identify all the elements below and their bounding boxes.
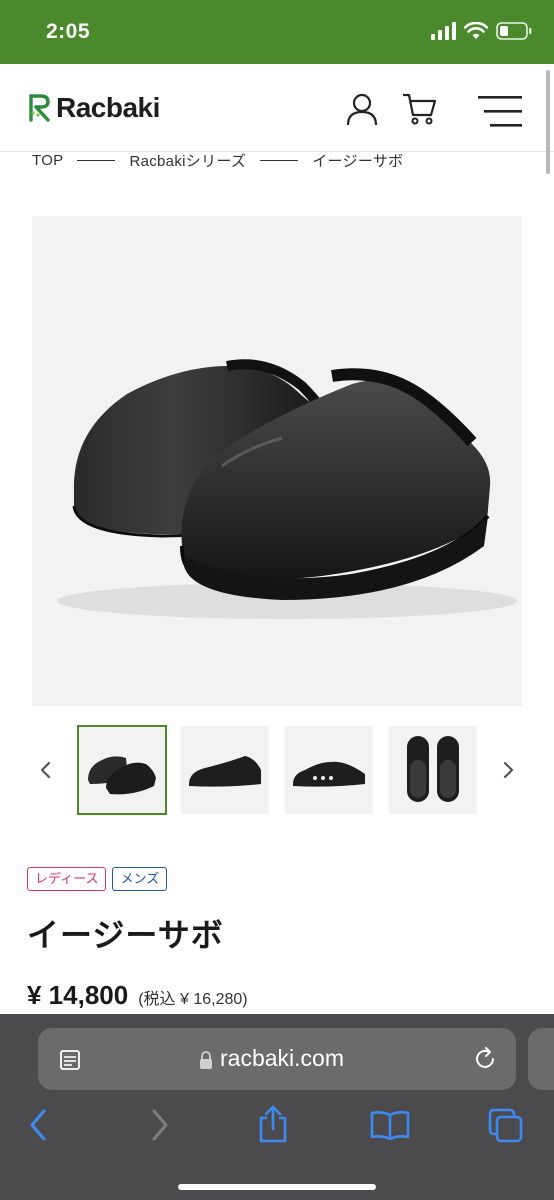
product-price-tax: (税込 ¥ 16,280): [138, 991, 248, 1008]
next-tab-preview[interactable]: [528, 1028, 554, 1090]
logo-mark-icon: [29, 94, 50, 122]
user-icon[interactable]: [345, 92, 379, 126]
product-title: イージーサボ: [27, 917, 224, 953]
product-main-image[interactable]: [32, 216, 522, 706]
address-bar[interactable]: racbaki.com: [38, 1028, 516, 1090]
bookmarks-icon[interactable]: [370, 1110, 410, 1140]
breadcrumb-separator: [260, 160, 299, 161]
clog-side-vents-thumbnail-icon: [293, 761, 365, 787]
reload-icon[interactable]: [472, 1046, 498, 1072]
forward-icon[interactable]: [146, 1108, 172, 1142]
chevron-left-icon[interactable]: [34, 758, 58, 782]
logo-text: Racbaki: [56, 92, 160, 123]
price-row: ¥ 14,800 (税込 ¥ 16,280): [27, 980, 248, 1011]
thumbnail-4[interactable]: [389, 726, 477, 814]
thumbnail-3[interactable]: [285, 726, 373, 814]
home-indicator[interactable]: [178, 1184, 376, 1190]
share-icon[interactable]: [256, 1104, 290, 1144]
thumbnail-carousel: [0, 725, 554, 816]
status-bar: 2:05: [0, 0, 554, 64]
menu-icon[interactable]: [478, 96, 522, 128]
status-icons: [430, 22, 532, 40]
thumbnail-1[interactable]: [77, 725, 167, 815]
page-menu-icon[interactable]: [58, 1048, 82, 1072]
back-icon[interactable]: [26, 1108, 52, 1142]
scroll-indicator[interactable]: [546, 70, 550, 174]
breadcrumb-item-series[interactable]: Racbakiシリーズ: [129, 150, 246, 171]
status-time: 2:05: [46, 20, 91, 43]
clog-pair-thumbnail-icon: [88, 756, 156, 795]
breadcrumb: TOP Racbakiシリーズ イージーサボ: [32, 150, 403, 171]
cart-icon[interactable]: [402, 92, 438, 126]
lock-icon: [200, 1051, 212, 1069]
thumbnail-2[interactable]: [181, 726, 269, 814]
signal-icon: [431, 22, 456, 40]
tag-mens[interactable]: メンズ: [112, 867, 168, 891]
clog-top-thumbnail-icon: [407, 736, 459, 802]
url-text[interactable]: racbaki.com: [220, 1045, 344, 1072]
site-header: Racbaki: [0, 64, 554, 152]
wifi-icon: [464, 22, 488, 39]
clog-side-thumbnail-icon: [189, 756, 261, 787]
breadcrumb-separator: [77, 160, 116, 161]
breadcrumb-item-top[interactable]: TOP: [32, 152, 63, 169]
tabs-icon[interactable]: [488, 1108, 524, 1144]
browser-chrome: racbaki.com: [0, 1014, 554, 1200]
chevron-right-icon[interactable]: [496, 758, 520, 782]
breadcrumb-item-current: イージーサボ: [312, 153, 404, 170]
product-price: ¥ 14,800: [27, 980, 129, 1010]
category-tags: レディース メンズ: [27, 867, 168, 891]
tag-ladies[interactable]: レディース: [27, 867, 107, 891]
site-logo[interactable]: Racbaki: [28, 92, 160, 124]
battery-icon: [496, 22, 532, 40]
clog-pair-illustration: [57, 359, 517, 619]
